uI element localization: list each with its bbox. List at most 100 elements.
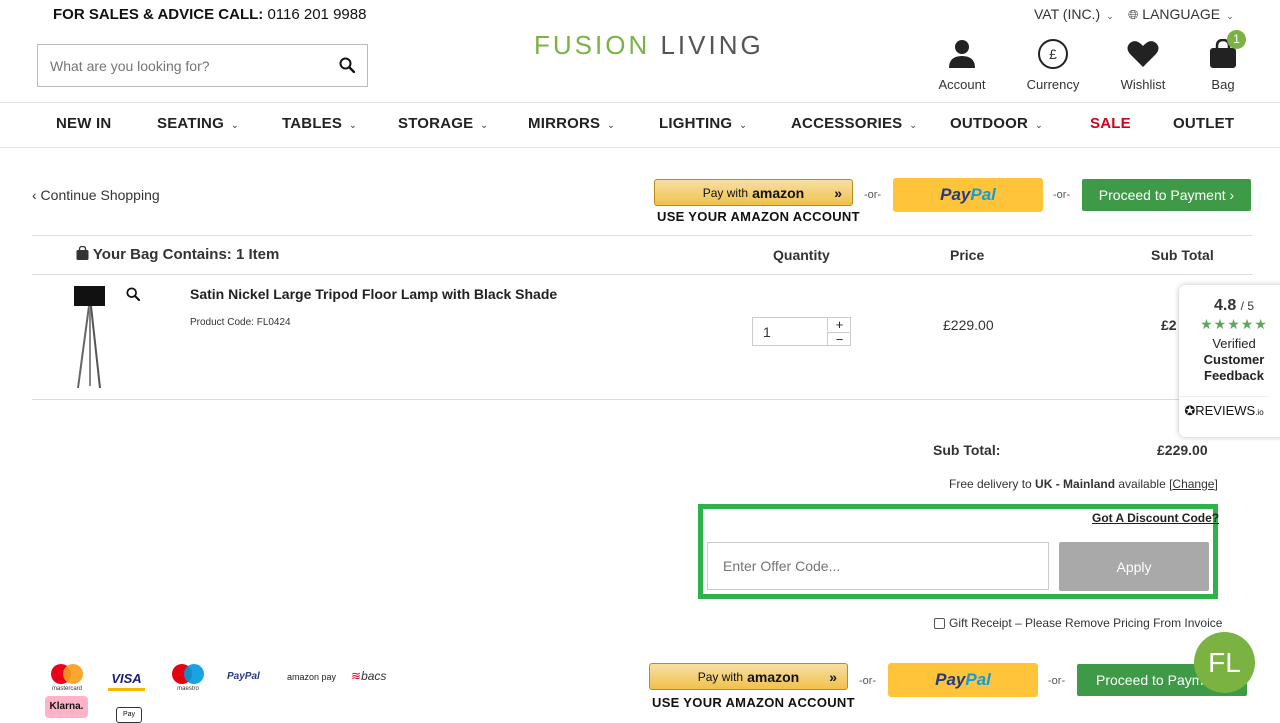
- nav-tables[interactable]: TABLES ⌄: [282, 115, 357, 132]
- visa-logo: VISA: [108, 671, 145, 691]
- feedback-label: Feedback: [1204, 368, 1264, 383]
- wishlist-link[interactable]: Wishlist: [1103, 36, 1183, 92]
- bag-label: Bag: [1211, 77, 1235, 92]
- amazon-brand: amazon: [752, 184, 805, 201]
- bag-link[interactable]: Bag: [1183, 36, 1263, 92]
- language-selector[interactable]: 🌐︎ LANGUAGE ⌄: [1128, 6, 1234, 23]
- rating-stars: ★★★★★: [1200, 316, 1268, 332]
- product-row-divider: [32, 399, 1252, 400]
- nav-label: ACCESSORIES: [791, 115, 903, 132]
- score-value: 4.8: [1213, 297, 1237, 314]
- sales-number[interactable]: 0116 201 9988: [267, 6, 366, 23]
- col-subtotal: Sub Total: [1151, 247, 1214, 263]
- nav-accessories[interactable]: ACCESSORIES ⌄: [791, 115, 917, 132]
- product-code: Product Code: FL0424: [190, 317, 291, 328]
- nav-label: SALE: [1090, 115, 1131, 132]
- paypal-logo: PayPal: [227, 671, 260, 682]
- paypal-pay: Pay: [935, 670, 966, 689]
- zoom-icon[interactable]: [126, 287, 141, 306]
- chevron-down-icon: ⌄: [230, 120, 239, 130]
- amazon-pay-button[interactable]: Pay with amazon »: [654, 179, 853, 206]
- reviews-logo: ✪REVIEWS.io: [1179, 396, 1269, 419]
- currency-icon: £: [1013, 36, 1093, 72]
- or-separator: -or-: [1048, 675, 1066, 687]
- bacs-mark-icon: ≋: [351, 669, 362, 683]
- nav-lighting[interactable]: LIGHTING ⌄: [659, 115, 747, 132]
- quantity-value[interactable]: 1: [763, 324, 771, 340]
- logo-fusion: FUSION: [534, 30, 651, 60]
- amazon-pay-with: Pay with: [697, 669, 744, 684]
- reviews-widget[interactable]: 4.8 / 5 ★★★★★ Verified Customer Feedback…: [1179, 285, 1280, 437]
- currency-link[interactable]: £ Currency: [1013, 36, 1093, 92]
- gift-receipt-checkbox[interactable]: [934, 617, 945, 629]
- search-input[interactable]: [38, 45, 342, 86]
- maestro-logo: maestro: [169, 663, 207, 692]
- chevron-down-icon: ⌄: [480, 120, 489, 130]
- apply-button[interactable]: Apply: [1059, 542, 1209, 591]
- sales-label: FOR SALES & ADVICE CALL:: [53, 6, 264, 23]
- search-icon[interactable]: [339, 57, 356, 78]
- proceed-to-payment-button[interactable]: Proceed to Payment ›: [1082, 179, 1251, 211]
- chevron-down-icon: ⌄: [739, 120, 748, 130]
- nav-label: TABLES: [282, 115, 343, 132]
- chevron-down-icon: ⌄: [1035, 120, 1043, 130]
- heart-icon: [1103, 36, 1183, 72]
- delivery-pre: Free delivery to: [949, 477, 1036, 491]
- chevron-down-icon: ⌄: [1106, 11, 1114, 21]
- or-separator: -or-: [864, 189, 882, 201]
- offer-code-field: [707, 542, 1058, 590]
- nav-storage[interactable]: STORAGE ⌄: [398, 115, 488, 132]
- double-chevron-icon: »: [829, 668, 837, 685]
- or-separator: -or-: [859, 675, 877, 687]
- nav-new-in[interactable]: NEW IN: [56, 115, 111, 132]
- amazon-pay-with: Pay with: [702, 185, 749, 200]
- review-score: 4.8 / 5: [1179, 297, 1280, 315]
- nav-label: SEATING: [157, 115, 224, 132]
- subtotal-label: Sub Total:: [933, 442, 1001, 458]
- amazon-account-label: USE YOUR AMAZON ACCOUNT: [652, 695, 855, 710]
- mastercard-text: mastercard: [51, 686, 82, 692]
- language-label: LANGUAGE: [1142, 6, 1221, 22]
- amazon-brand: amazon: [747, 668, 800, 685]
- product-name-link[interactable]: Satin Nickel Large Tripod Floor Lamp wit…: [190, 286, 557, 302]
- score-out-of: / 5: [1240, 299, 1255, 313]
- wishlist-label: Wishlist: [1120, 77, 1166, 92]
- paypal-pal: Pal: [970, 185, 996, 204]
- nav-sale[interactable]: SALE: [1090, 115, 1131, 132]
- chevron-down-icon: ⌄: [1226, 11, 1234, 21]
- amazon-pay-button-bottom[interactable]: Pay with amazon »: [649, 663, 848, 690]
- logo-living: LIVING: [660, 30, 764, 60]
- offer-code-input[interactable]: [708, 543, 1058, 589]
- sales-phone: FOR SALES & ADVICE CALL: 0116 201 9988: [53, 6, 366, 23]
- continue-shopping-link[interactable]: ‹ Continue Shopping: [32, 187, 160, 203]
- nav-outdoor[interactable]: OUTDOOR ⌄: [950, 115, 1043, 132]
- quantity-increase-button[interactable]: +: [827, 318, 851, 331]
- site-logo[interactable]: FUSION LIVING: [534, 30, 764, 61]
- nav-label: OUTLET: [1173, 115, 1235, 132]
- customer-label: Customer: [1203, 352, 1265, 367]
- paypal-button[interactable]: Pay Pal: [893, 178, 1043, 212]
- account-link[interactable]: Account: [922, 36, 1002, 92]
- chat-launcher-button[interactable]: FL: [1194, 632, 1255, 693]
- col-price: Price: [950, 247, 985, 263]
- nav-mirrors[interactable]: MIRRORS ⌄: [528, 115, 615, 132]
- delivery-info: Free delivery to UK - Mainland available…: [949, 477, 1218, 491]
- vat-selector[interactable]: VAT (INC.) ⌄: [1034, 6, 1114, 22]
- applepay-logo: Pay: [116, 707, 142, 723]
- discount-code-link[interactable]: Got A Discount Code?: [1092, 511, 1219, 525]
- amazon-account-label: USE YOUR AMAZON ACCOUNT: [657, 209, 860, 224]
- amazonpay-logo: amazon pay: [287, 672, 337, 682]
- product-image[interactable]: [70, 284, 110, 392]
- nav-outlet[interactable]: OUTLET: [1173, 115, 1234, 132]
- nav-label: OUTDOOR: [950, 115, 1029, 132]
- paypal-pal: Pal: [965, 670, 991, 689]
- item-subtotal: £2: [1161, 317, 1177, 333]
- paypal-button-bottom[interactable]: Pay Pal: [888, 663, 1038, 697]
- bag-small-icon: [76, 245, 93, 263]
- applepay-text: Pay: [122, 711, 136, 718]
- mastercard-logo: mastercard: [48, 663, 86, 692]
- change-delivery-link[interactable]: Change: [1172, 477, 1214, 491]
- klarna-logo: Klarna.: [45, 696, 88, 718]
- quantity-decrease-button[interactable]: −: [827, 332, 851, 346]
- nav-seating[interactable]: SEATING ⌄: [157, 115, 239, 132]
